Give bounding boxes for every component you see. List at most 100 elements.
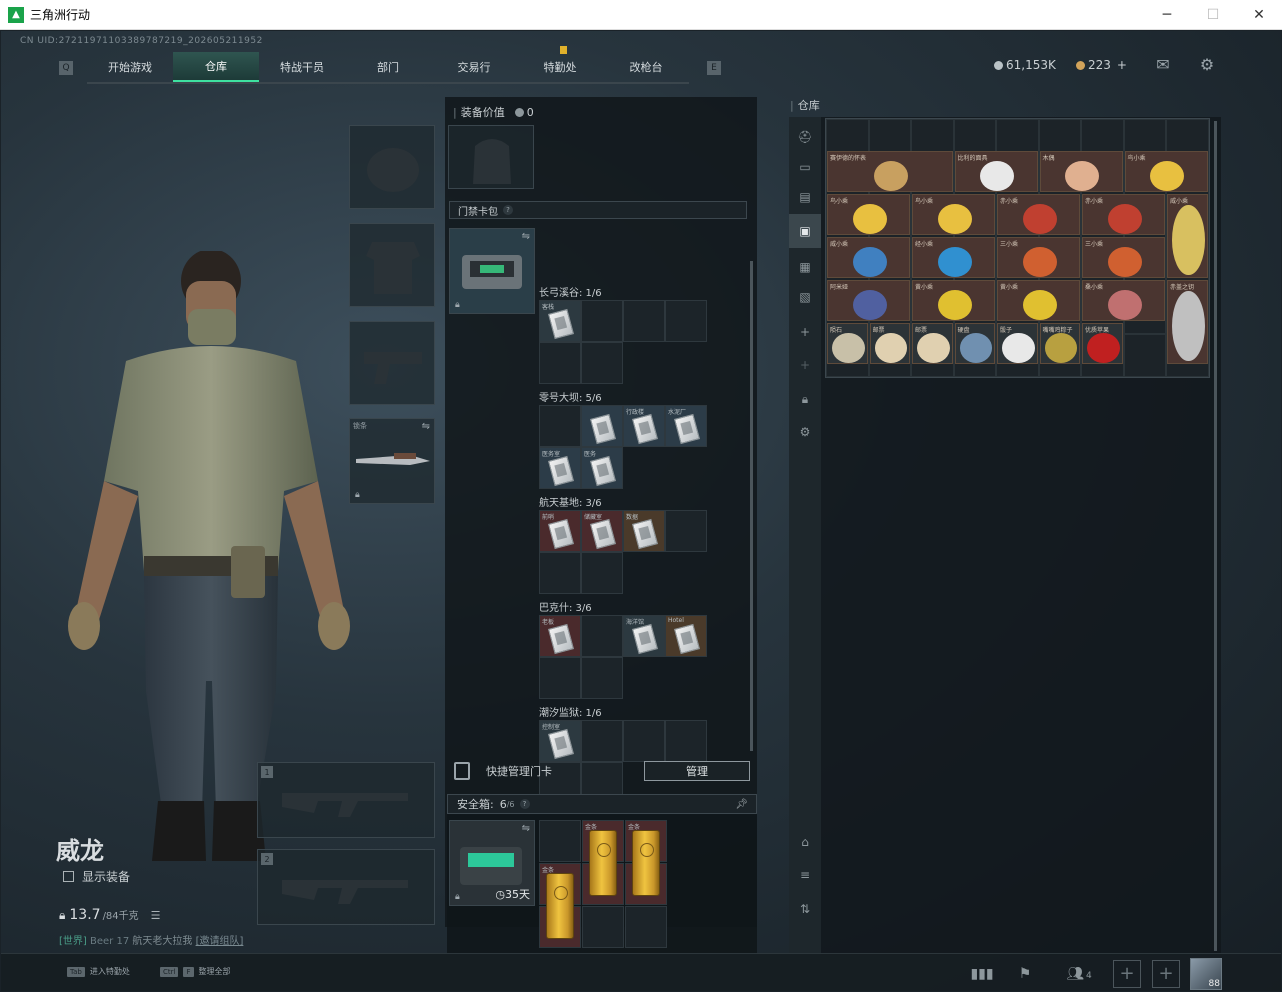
warehouse-cell[interactable]	[1123, 334, 1166, 377]
warehouse-scrollbar[interactable]	[1214, 121, 1217, 951]
keycard-item[interactable]: 客栈	[539, 300, 581, 342]
warehouse-item[interactable]: 赤小乘	[1082, 194, 1165, 235]
warehouse-item[interactable]: 赛伊德的怀表	[827, 151, 953, 192]
keycard-empty-slot[interactable]	[539, 552, 581, 594]
layers-icon[interactable]: ≡	[795, 865, 815, 885]
keycard-empty-slot[interactable]	[665, 300, 707, 342]
tab-settings-icon[interactable]: ⚙	[795, 422, 815, 442]
help-icon[interactable]: ?	[503, 205, 513, 215]
add-tab-icon[interactable]: +	[795, 322, 815, 342]
manage-button[interactable]: 管理	[644, 761, 750, 781]
gold-bar-item[interactable]	[589, 830, 617, 896]
grid-cell[interactable]	[539, 820, 581, 862]
keycard-empty-slot[interactable]	[623, 300, 665, 342]
sort-icon[interactable]: ⇅	[795, 899, 815, 919]
warehouse-item[interactable]: 比利的面具	[954, 151, 1038, 192]
grid-cell[interactable]	[625, 906, 667, 948]
pistol-slot[interactable]	[349, 321, 435, 405]
tab-6[interactable]: 改枪台	[603, 52, 689, 82]
warehouse-item[interactable]: 鸟小乘	[1124, 151, 1208, 192]
warehouse-item[interactable]: 邮票	[912, 323, 953, 364]
keycard-empty-slot[interactable]	[581, 657, 623, 699]
warehouse-item[interactable]: 鸟小乘	[912, 194, 995, 235]
warehouse-item[interactable]: 邮票	[869, 323, 910, 364]
flag-icon[interactable]: ⚑	[1012, 961, 1038, 987]
keycard-empty-slot[interactable]	[581, 342, 623, 384]
tab-ammo-icon[interactable]: ▤	[795, 187, 815, 207]
chat-invite-link[interactable]: [邀请组队]	[196, 936, 244, 947]
add-tab-icon[interactable]: +	[795, 355, 815, 375]
warehouse-item[interactable]: 赤盖之钥	[1167, 280, 1208, 364]
warehouse-item[interactable]: 威小乘	[1167, 194, 1208, 278]
tab-helmet-icon[interactable]: ⛑	[795, 127, 815, 147]
keycard-empty-slot[interactable]	[665, 510, 707, 552]
keycard-item[interactable]	[581, 405, 623, 447]
tab-weapons-icon[interactable]: ▭	[795, 157, 815, 177]
nav-prev-key[interactable]: Q	[59, 61, 73, 75]
nav-next-key[interactable]: E	[707, 61, 721, 75]
help-icon[interactable]: ?	[519, 799, 530, 809]
keycard-empty-slot[interactable]	[581, 615, 623, 657]
warehouse-item[interactable]: 赤小乘	[997, 194, 1080, 235]
weight-details-icon[interactable]: ☰	[151, 909, 161, 922]
warehouse-item[interactable]: 三小乘	[997, 237, 1080, 278]
settings-gear-icon[interactable]: ⚙	[1197, 55, 1217, 75]
keycard-item[interactable]: 数据	[623, 510, 665, 552]
keycard-item[interactable]: 行政楼	[623, 405, 665, 447]
warehouse-item[interactable]: 优质苹果	[1082, 323, 1123, 364]
tab-1[interactable]: 仓库	[173, 52, 259, 82]
gold-bar-item[interactable]	[632, 830, 660, 896]
hint-tab[interactable]: Tab 进入特勤处	[67, 966, 130, 977]
grid-cell[interactable]	[582, 906, 624, 948]
gold-bar-item[interactable]	[546, 873, 574, 939]
keycard-item[interactable]: 海洋馆	[623, 615, 665, 657]
mail-icon[interactable]: ✉	[1153, 55, 1173, 75]
primary-weapon-slot-1[interactable]: 1	[257, 762, 435, 838]
tab-3[interactable]: 部门	[345, 52, 431, 82]
keycard-scrollbar[interactable]	[750, 261, 753, 751]
chat-line[interactable]: [世界] Beer 17 航天老大拉我 [邀请组队]	[59, 932, 243, 947]
helmet-slot[interactable]	[349, 125, 435, 209]
hint-sort-all[interactable]: Ctrl F 整理全部	[160, 966, 231, 977]
minimize-button[interactable]: ─	[1144, 0, 1190, 30]
keycard-item[interactable]: Hotel	[665, 615, 707, 657]
close-button[interactable]: ✕	[1236, 0, 1282, 30]
warehouse-item[interactable]: 木偶	[1039, 151, 1123, 192]
maximize-button[interactable]: ☐	[1190, 0, 1236, 30]
tab-5[interactable]: 特勤处	[517, 46, 603, 82]
keycard-case-slot[interactable]: ⇋ 🔒︎	[449, 228, 535, 314]
warehouse-item[interactable]: 陨石	[827, 323, 868, 364]
warehouse-item[interactable]: 阿米娅	[827, 280, 910, 321]
primary-weapon-slot-2[interactable]: 2	[257, 849, 435, 925]
tab-medical-icon[interactable]: ▦	[795, 257, 815, 277]
warehouse-item[interactable]: 三小乘	[1082, 237, 1165, 278]
tab-all-items-icon[interactable]: ▣	[789, 214, 821, 248]
show-equipment-checkbox[interactable]	[63, 871, 74, 882]
warehouse-item[interactable]: 威小乘	[827, 237, 910, 278]
keycard-empty-slot[interactable]	[581, 552, 623, 594]
keycard-empty-slot[interactable]	[539, 657, 581, 699]
friends-icon[interactable]: 👥︎ 4	[1059, 961, 1099, 987]
keycard-empty-slot[interactable]	[581, 300, 623, 342]
warehouse-item[interactable]: 桑小乘	[1082, 280, 1165, 321]
invite-slot-button[interactable]: +	[1152, 960, 1180, 988]
swap-icon[interactable]: ⇋	[422, 421, 430, 432]
keycard-empty-slot[interactable]	[539, 342, 581, 384]
tab-0[interactable]: 开始游戏	[87, 52, 173, 82]
pin-icon[interactable]: 📌︎	[735, 799, 748, 810]
tab-misc-icon[interactable]: ▧	[795, 287, 815, 307]
backpack-slot[interactable]	[448, 125, 534, 189]
swap-icon[interactable]: ⇋	[522, 231, 530, 242]
keycard-item[interactable]: 医务	[581, 447, 623, 489]
invite-slot-button[interactable]: +	[1113, 960, 1141, 988]
keycard-item[interactable]: 前哨	[539, 510, 581, 552]
keycard-item[interactable]: 储藏室	[581, 510, 623, 552]
warehouse-item[interactable]: 鸟小乘	[827, 194, 910, 235]
lock-tab-icon[interactable]: 🔒︎	[795, 389, 815, 409]
stats-chart-icon[interactable]: ▮▮▮	[969, 961, 995, 987]
warehouse-item[interactable]: 经小乘	[912, 237, 995, 278]
melee-slot[interactable]: 锁条 ⇋ 🔒︎	[349, 418, 435, 504]
armor-slot[interactable]	[349, 223, 435, 307]
warehouse-item[interactable]: 嘴嘴鸡粽子	[1039, 323, 1080, 364]
keycard-empty-slot[interactable]	[539, 405, 581, 447]
